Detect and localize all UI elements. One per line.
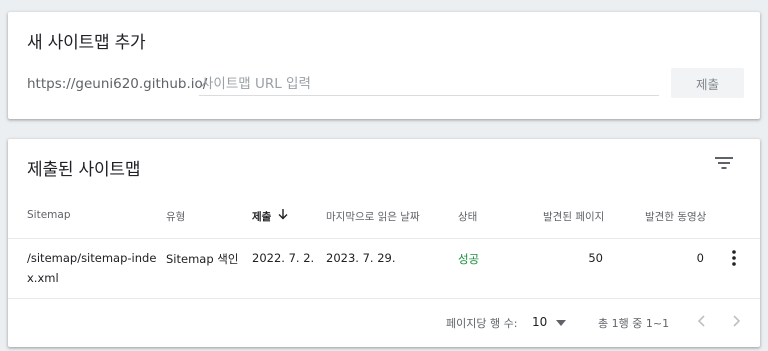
column-header-sitemap[interactable]: Sitemap <box>27 209 71 221</box>
sitemap-url-input[interactable] <box>199 73 659 96</box>
pagination-range: 총 1행 중 1~1 <box>598 317 670 330</box>
chevron-left-icon[interactable] <box>696 314 708 328</box>
rows-per-page-label: 페이지당 행 수: <box>446 317 518 330</box>
row-videos-count: 0 <box>696 251 704 265</box>
add-sitemap-title: 새 사이트맵 추가 <box>27 33 146 53</box>
row-pages-count: 50 <box>588 251 603 265</box>
row-divider <box>8 298 760 299</box>
row-type: Sitemap 색인 <box>166 252 239 266</box>
column-header-status[interactable]: 상태 <box>458 209 477 224</box>
column-header-pages[interactable]: 발견된 페이지 <box>543 209 604 224</box>
filter-icon[interactable] <box>714 155 734 171</box>
column-header-last-read[interactable]: 마지막으로 읽은 날짜 <box>326 209 420 224</box>
submit-button[interactable]: 제출 <box>671 68 744 98</box>
more-vert-icon[interactable] <box>730 249 738 267</box>
row-last-read-date: 2023. 7. 29. <box>326 251 396 265</box>
rows-per-page-select[interactable]: 10 <box>532 315 547 329</box>
add-sitemap-card: 새 사이트맵 추가 https://geuni620.github.io/ 제출 <box>8 12 760 119</box>
url-prefix: https://geuni620.github.io/ <box>27 76 208 92</box>
column-header-type[interactable]: 유형 <box>166 209 185 224</box>
chevron-down-icon[interactable] <box>556 320 566 326</box>
submitted-sitemaps-card: 제출된 사이트맵 Sitemap 유형 제출 마지막으로 읽은 날짜 상태 발견… <box>8 139 760 347</box>
column-header-submitted[interactable]: 제출 <box>252 209 271 224</box>
row-sitemap-path-line1[interactable]: /sitemap/sitemap-inde <box>27 251 156 265</box>
row-submitted-date: 2022. 7. 2. <box>252 251 315 265</box>
sort-down-arrow-icon[interactable] <box>277 208 289 220</box>
column-header-videos[interactable]: 발견한 동영상 <box>645 209 706 224</box>
submitted-sitemaps-title: 제출된 사이트맵 <box>27 160 141 180</box>
row-sitemap-path-line2[interactable]: x.xml <box>27 271 59 285</box>
row-status-badge: 성공 <box>458 252 480 266</box>
header-divider <box>8 238 760 239</box>
chevron-right-icon[interactable] <box>730 314 742 328</box>
